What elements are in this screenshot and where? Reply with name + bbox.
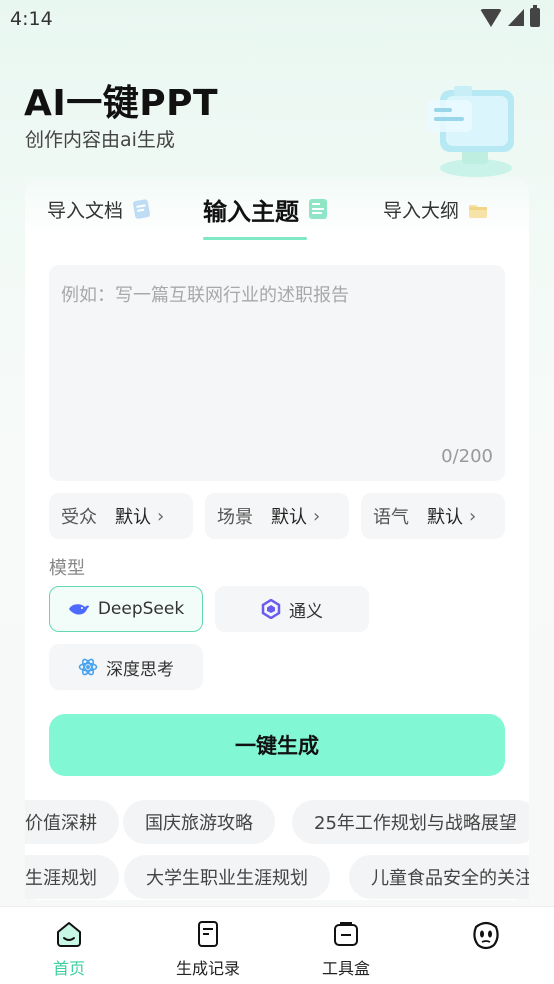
nav-toolbox[interactable]: 工具盒 — [296, 919, 396, 979]
suggestion-chip[interactable]: 价值深耕 — [25, 800, 119, 844]
wifi-icon — [480, 8, 502, 27]
tab-input-topic[interactable]: 输入主题 — [203, 180, 329, 238]
option-value: 默认 — [427, 507, 463, 528]
model-label: DeepSeek — [97, 599, 185, 619]
tab-bar: 导入文档 输入主题 导入大纲 — [25, 180, 529, 240]
suggestion-chip[interactable]: 大学生职业生涯规划 — [124, 855, 330, 899]
tab-label: 输入主题 — [203, 197, 299, 226]
chevron-right-icon: › — [157, 505, 165, 527]
generate-button[interactable]: 一键生成 — [49, 714, 505, 776]
nav-home[interactable]: 首页 — [19, 919, 119, 979]
character-counter: 0/200 — [441, 446, 493, 467]
page-subtitle: 创作内容由ai生成 — [25, 129, 175, 151]
bottom-nav: 首页 生成记录 工具盒 — [0, 906, 554, 984]
document-icon — [133, 199, 150, 219]
active-tab-indicator — [203, 237, 307, 240]
signal-icon — [508, 9, 524, 26]
option-label: 语气 — [373, 507, 409, 528]
scene-select[interactable]: 场景 默认 › — [205, 493, 349, 539]
topic-input[interactable]: 例如：写一篇互联网行业的述职报告 0/200 — [49, 265, 505, 481]
model-deep-thinking[interactable]: 深度思考 — [49, 644, 203, 690]
tab-import-document[interactable]: 导入文档 — [47, 180, 153, 238]
model-label: 深度思考 — [106, 659, 174, 680]
records-icon — [198, 921, 218, 947]
toolbox-icon — [334, 922, 358, 946]
model-deepseek[interactable]: DeepSeek — [49, 586, 203, 632]
tone-select[interactable]: 语气 默认 › — [361, 493, 505, 539]
tongyi-icon — [261, 599, 281, 619]
tab-import-outline[interactable]: 导入大纲 — [383, 180, 489, 238]
suggestion-chip[interactable]: 国庆旅游攻略 — [123, 800, 275, 844]
tab-label: 导入文档 — [47, 199, 124, 222]
suggestion-row-2: 生涯规划 大学生职业生涯规划 儿童食品安全的关注 — [25, 855, 529, 901]
nav-records[interactable]: 生成记录 — [158, 919, 258, 979]
suggestion-chip[interactable]: 生涯规划 — [25, 855, 119, 899]
status-time: 4:14 — [10, 8, 53, 30]
main-card: 导入文档 输入主题 导入大纲 例如：写一篇互联网行业的述职报告 0/200 受众… — [25, 180, 529, 900]
option-value: 默认 — [115, 507, 151, 528]
nav-label: 生成记录 — [175, 959, 240, 978]
home-icon — [57, 922, 81, 947]
model-section-label: 模型 — [49, 558, 85, 579]
option-value: 默认 — [271, 507, 307, 528]
nav-profile[interactable] — [436, 919, 536, 957]
status-bar: 4:14 — [0, 0, 554, 38]
page-title: AI一键PPT — [24, 83, 219, 124]
atom-icon — [78, 658, 98, 676]
audience-select[interactable]: 受众 默认 › — [49, 493, 193, 539]
chevron-right-icon: › — [469, 505, 477, 527]
nav-label: 工具盒 — [321, 959, 370, 978]
tab-label: 导入大纲 — [383, 199, 460, 222]
monitor-illustration-icon — [428, 86, 514, 177]
chevron-right-icon: › — [313, 505, 321, 527]
model-tongyi[interactable]: 通义 — [215, 586, 369, 632]
status-icons — [480, 5, 540, 27]
option-row: 受众 默认 › 场景 默认 › 语气 默认 › — [49, 493, 505, 539]
nav-label: 首页 — [52, 959, 85, 978]
folder-icon — [469, 205, 488, 218]
suggestion-chip[interactable]: 儿童食品安全的关注 — [349, 855, 529, 899]
topic-card-icon — [309, 199, 327, 219]
model-label: 通义 — [289, 601, 323, 622]
topic-placeholder: 例如：写一篇互联网行业的述职报告 — [61, 285, 349, 306]
option-label: 受众 — [61, 507, 97, 528]
profile-face-icon — [473, 921, 499, 950]
suggestion-chip[interactable]: 25年工作规划与战略展望 — [292, 800, 529, 844]
suggestion-row-1: 价值深耕 国庆旅游攻略 25年工作规划与战略展望 — [25, 800, 529, 846]
deepseek-whale-icon — [68, 604, 89, 615]
battery-icon — [530, 5, 540, 27]
option-label: 场景 — [217, 507, 253, 528]
